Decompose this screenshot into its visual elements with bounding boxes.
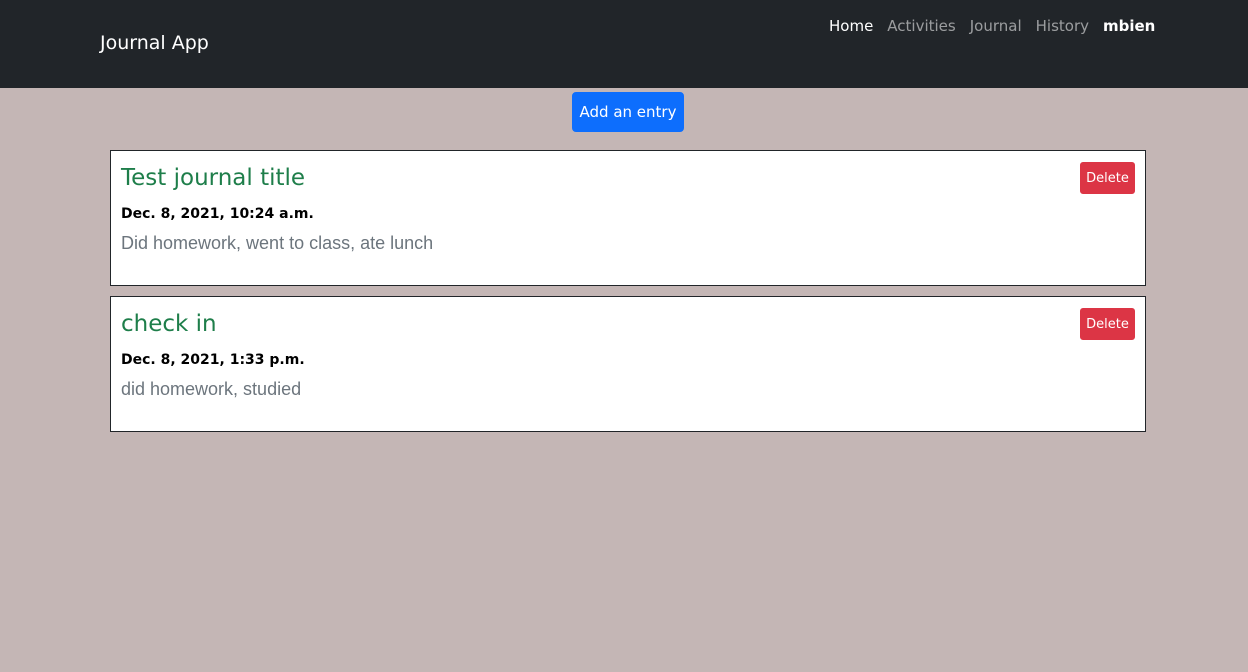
- nav-journal-link[interactable]: Journal: [963, 15, 1029, 37]
- entry-date: Dec. 8, 2021, 1:33 p.m.: [121, 352, 305, 368]
- username-label: mbien: [1103, 17, 1156, 35]
- entry-body: did homework, studied: [121, 379, 302, 399]
- top-navbar: Journal App Home Activities Journal Hist…: [0, 0, 1248, 88]
- nav-links: Home Activities Journal History mbien: [822, 15, 1162, 37]
- entry-title: Test journal title: [121, 165, 306, 191]
- add-entry-button[interactable]: Add an entry: [572, 92, 684, 132]
- journal-entry-card: check in Dec. 8, 2021, 1:33 p.m. did hom…: [110, 296, 1146, 432]
- entry-title: check in: [121, 311, 217, 337]
- entry-body: Did homework, went to class, ate lunch: [121, 233, 434, 253]
- journal-entry-card: Test journal title Dec. 8, 2021, 10:24 a…: [110, 150, 1146, 286]
- nav-home-link[interactable]: Home: [822, 15, 880, 37]
- nav-activities-link[interactable]: Activities: [880, 15, 962, 37]
- brand-link[interactable]: Journal App: [100, 31, 209, 55]
- delete-entry-button[interactable]: Delete: [1080, 308, 1135, 340]
- nav-history-link[interactable]: History: [1029, 15, 1096, 37]
- entry-date: Dec. 8, 2021, 10:24 a.m.: [121, 206, 314, 222]
- delete-entry-button[interactable]: Delete: [1080, 162, 1135, 194]
